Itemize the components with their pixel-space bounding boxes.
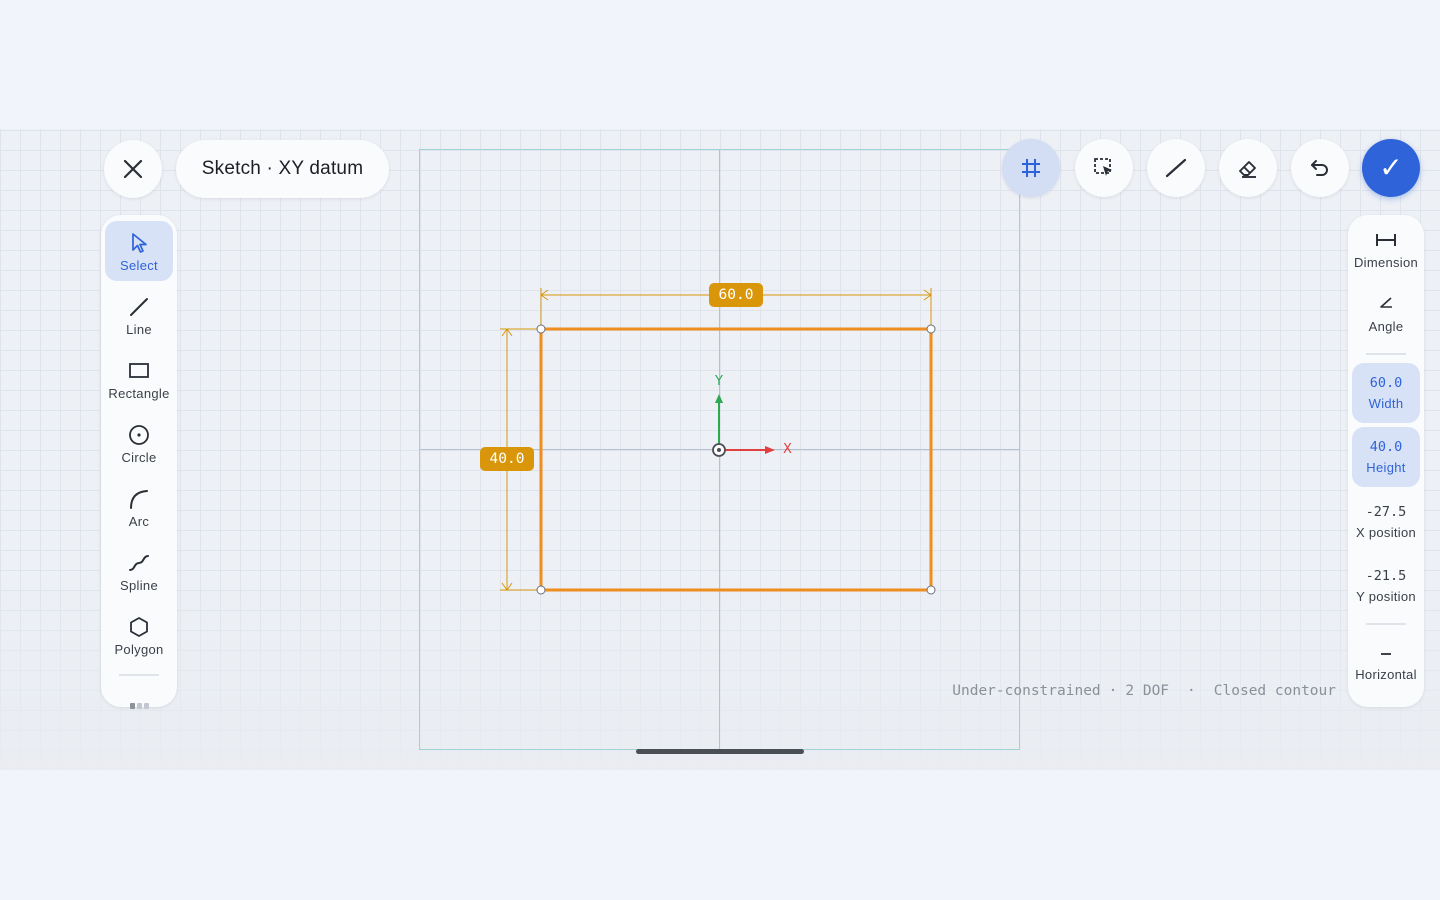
x-position-label: X position <box>1355 525 1417 540</box>
circle-icon <box>129 425 149 445</box>
construction-line-icon <box>1165 158 1187 178</box>
height-value[interactable]: 40.0 <box>1370 439 1403 455</box>
y-position-property[interactable]: -21.5 Y position <box>1352 556 1420 616</box>
angle-icon <box>1380 297 1392 308</box>
more-tools-indicator[interactable] <box>130 703 149 709</box>
dof-status: 2 DOF <box>1125 683 1170 699</box>
origin-triad <box>712 394 775 457</box>
horizontal-label: Horizontal <box>1355 667 1417 682</box>
tool-palette: Select Line Rectangle Circle Arc Spline … <box>101 215 177 709</box>
eraser-button[interactable] <box>1219 139 1277 197</box>
width-property[interactable]: 60.0 Width <box>1352 363 1420 423</box>
tool-label: Spline <box>120 578 158 593</box>
rectangle-icon <box>129 363 149 378</box>
constraint-status: Under-constrained <box>952 683 1101 699</box>
constraints-panel: Dimension Angle 60.0 Width 40.0 Height -… <box>1348 215 1424 707</box>
tool-line[interactable]: Line <box>105 285 173 345</box>
angle-constraint[interactable]: Angle <box>1352 285 1420 345</box>
tool-polygon[interactable]: Polygon <box>105 605 173 665</box>
sketch-rectangle[interactable] <box>539 327 933 592</box>
tool-spline[interactable]: Spline <box>105 541 173 601</box>
arc-icon <box>130 490 148 509</box>
tool-select[interactable]: Select <box>105 221 173 281</box>
box-select-icon <box>1094 158 1112 176</box>
box-select-button[interactable] <box>1075 139 1133 197</box>
undo-button[interactable] <box>1291 139 1349 197</box>
sketch-canvas[interactable] <box>0 129 1440 770</box>
tool-rectangle[interactable]: Rectangle <box>105 349 173 409</box>
horizontal-constraint-icon <box>1381 653 1391 655</box>
tool-label: Line <box>126 322 152 337</box>
tool-label: Polygon <box>114 642 164 657</box>
x-axis-label: X <box>783 442 792 457</box>
width-label: Width <box>1368 396 1404 411</box>
height-dimension-label[interactable]: 40.0 <box>480 447 534 471</box>
y-axis-label: Y <box>715 374 723 389</box>
sketch-screen: Y X 60.0 40.0 Sketch · XY datum ✓ Select… <box>0 129 1440 770</box>
horizontal-constraint[interactable]: Horizontal <box>1352 637 1420 697</box>
dimension-constraint[interactable]: Dimension <box>1352 221 1420 281</box>
construction-line-button[interactable] <box>1147 139 1205 197</box>
sketch-title: Sketch · XY datum <box>176 140 389 198</box>
home-indicator[interactable] <box>636 749 804 754</box>
width-value[interactable]: 60.0 <box>1370 375 1403 391</box>
x-position-property[interactable]: -27.5 X position <box>1352 492 1420 552</box>
tool-label: Select <box>120 258 158 273</box>
tool-label: Rectangle <box>108 386 170 401</box>
x-position-value[interactable]: -27.5 <box>1366 504 1407 520</box>
spline-icon <box>129 555 149 571</box>
close-icon <box>123 159 143 179</box>
contour-status: Closed contour <box>1213 683 1336 699</box>
tool-label: Circle <box>121 450 157 465</box>
status-separator: · <box>1108 683 1118 699</box>
y-position-value[interactable]: -21.5 <box>1366 568 1407 584</box>
panel-divider <box>1366 353 1406 355</box>
sketch-status: Under-constrained · 2 DOF · Closed contour <box>934 683 1336 699</box>
eraser-icon <box>1239 161 1256 178</box>
tool-circle[interactable]: Circle <box>105 413 173 473</box>
width-dimension-label[interactable]: 60.0 <box>709 283 763 307</box>
height-label: Height <box>1366 460 1406 475</box>
status-separator: · <box>1187 683 1196 699</box>
tool-arc[interactable]: Arc <box>105 477 173 537</box>
panel-divider <box>1366 623 1406 625</box>
grid-icon <box>1022 159 1040 177</box>
panel-divider <box>119 674 159 676</box>
height-property[interactable]: 40.0 Height <box>1352 427 1420 487</box>
undo-icon <box>1311 160 1328 176</box>
dimension-label: Dimension <box>1353 255 1419 270</box>
line-icon <box>130 298 148 316</box>
angle-label: Angle <box>1368 319 1404 334</box>
grid-toggle-button[interactable] <box>1002 139 1060 197</box>
tool-label: Arc <box>128 514 150 529</box>
y-position-label: Y position <box>1356 589 1416 604</box>
dimension-icon <box>1376 234 1396 246</box>
cursor-icon <box>132 233 147 253</box>
confirm-button[interactable]: ✓ <box>1362 139 1420 197</box>
rectangle-vertices[interactable] <box>536 324 936 595</box>
checkmark-icon: ✓ <box>1379 151 1403 184</box>
close-button[interactable] <box>104 140 162 198</box>
polygon-icon <box>130 617 148 637</box>
